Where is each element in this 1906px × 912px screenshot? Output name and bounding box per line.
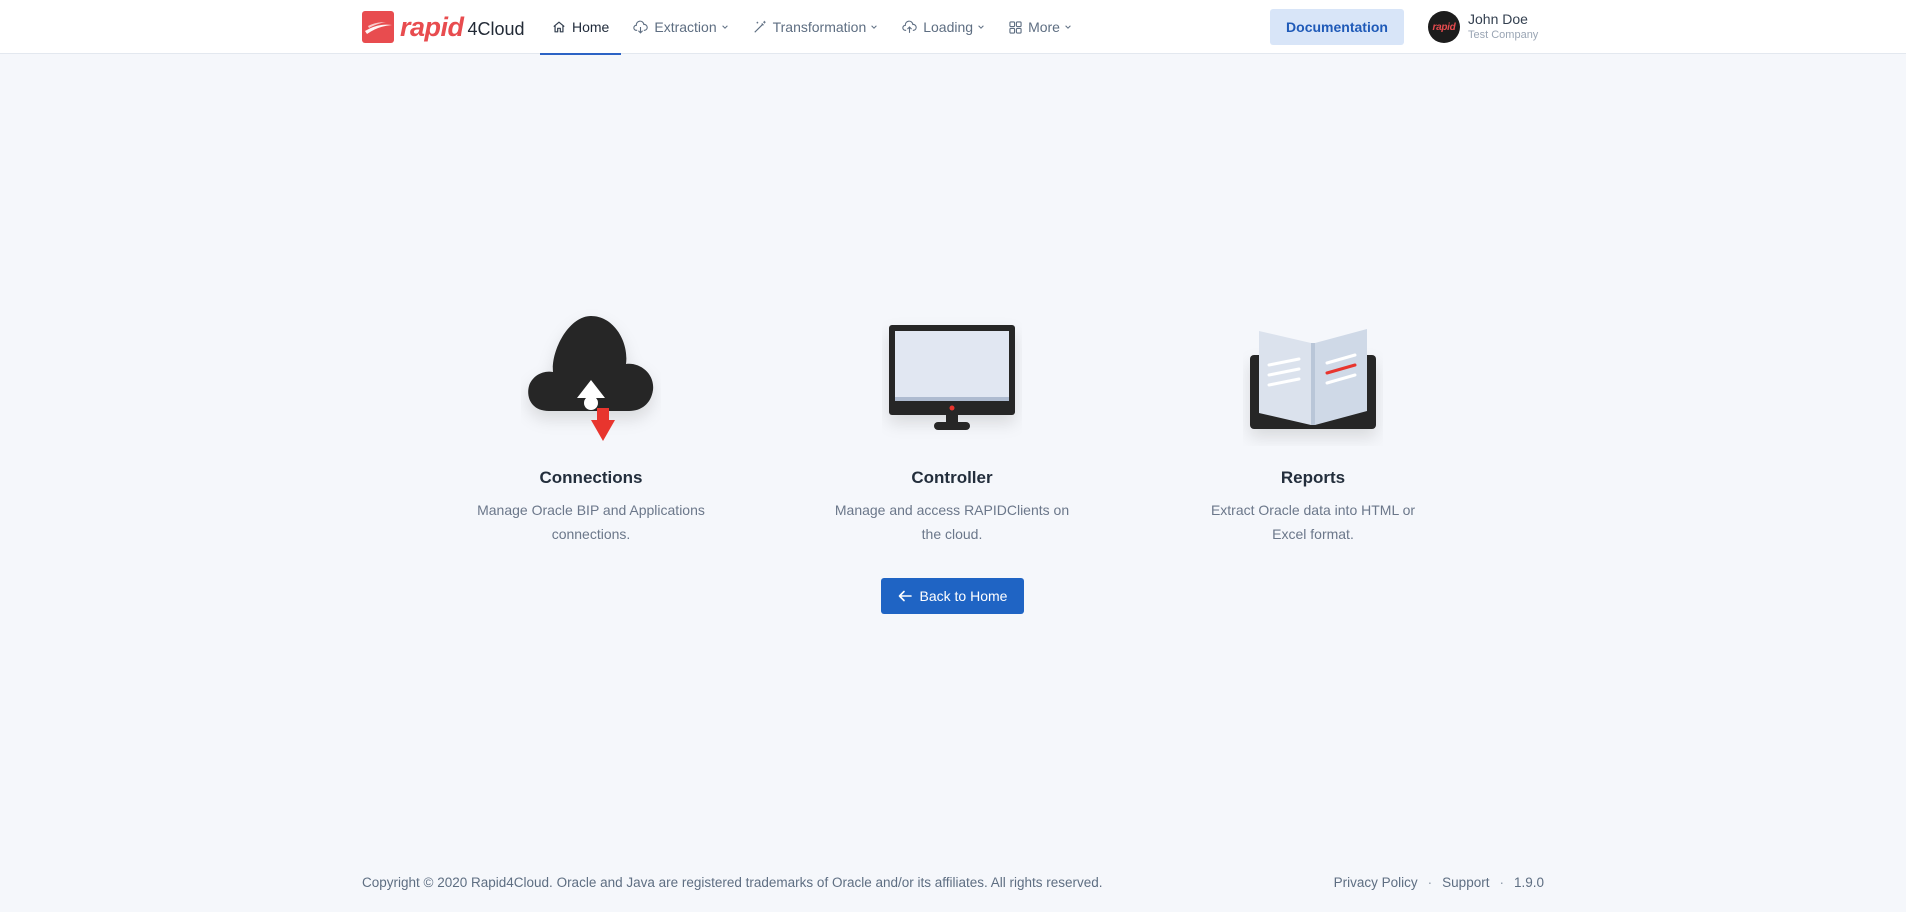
user-info: John Doe Test Company [1468,11,1538,43]
main-nav: Home Extraction Transformation Loading M… [540,0,1084,55]
privacy-policy-link[interactable]: Privacy Policy [1334,875,1418,890]
card-icon-container [822,300,1082,446]
card-description: Extract Oracle data into HTML or Excel f… [1210,502,1416,542]
nav-item-more[interactable]: More [997,0,1084,54]
support-link[interactable]: Support [1442,875,1489,890]
avatar-logo-text: rapid [1432,21,1456,33]
logo-suffix: 4Cloud [467,19,525,39]
documentation-button[interactable]: Documentation [1270,9,1404,45]
app-version: 1.9.0 [1513,875,1544,890]
footer-separator: · [1499,875,1504,890]
footer-separator: · [1427,875,1433,890]
user-company: Test Company [1468,29,1539,41]
nav-item-transformation[interactable]: Transformation [741,0,891,54]
home-icon [553,21,565,33]
cloud-download-icon [633,20,649,34]
chevron-down-icon [721,25,728,29]
open-book-icon [1250,329,1376,429]
card-title: Connections [539,468,643,487]
grid-icon [1009,20,1022,34]
nav-item-label: More [1028,19,1060,35]
brand-logo[interactable]: rapid 4Cloud [362,11,525,43]
card-title: Reports [1280,468,1346,487]
nav-item-loading[interactable]: Loading [890,0,997,54]
card-connections[interactable]: Connections Manage Oracle BIP and Applic… [461,300,721,546]
footer-copyright: Copyright © 2020 Rapid4Cloud. Oracle and… [362,875,1103,890]
nav-item-label: Transformation [772,19,867,35]
user-name: John Doe [1468,11,1528,27]
feature-cards: Connections Manage Oracle BIP and Applic… [0,300,1906,560]
nav-item-label: Loading [923,19,974,35]
card-icon-container [461,300,721,446]
magic-wand-icon [753,20,766,33]
cloud-upload-icon [902,20,917,33]
footer-links: Privacy Policy · Support · 1.9.0 [1334,875,1544,890]
card-icon-container [1183,300,1443,446]
card-description: Manage Oracle BIP and Applications conne… [477,502,705,542]
chevron-down-icon [978,25,984,29]
card-controller[interactable]: Controller Manage and access RAPIDClient… [822,300,1082,546]
nav-item-extraction[interactable]: Extraction [621,0,740,54]
avatar: rapid [1428,11,1460,43]
logo-wordmark: rapid [400,12,464,42]
chevron-down-icon [1065,25,1071,29]
chevron-down-icon [871,25,878,29]
card-description: Manage and access RAPIDClients on the cl… [834,502,1070,542]
nav-item-home[interactable]: Home [540,0,622,55]
nav-item-label: Extraction [654,19,717,35]
user-menu[interactable]: rapid John Doe Test Company [1428,10,1538,44]
back-to-home-button[interactable]: Back to Home [881,578,1024,614]
card-title: Controller [911,468,993,487]
monitor-icon [889,325,1015,430]
top-navbar: rapid 4Cloud Home Extraction Transformat… [0,0,1906,55]
cloud-sync-icon [528,316,654,441]
nav-item-label: Home [572,19,610,35]
arrow-left-icon [898,590,912,602]
card-reports[interactable]: Reports Extract Oracle data into HTML or… [1183,300,1443,546]
logo-mark-icon [362,11,394,43]
back-to-home-label: Back to Home [919,588,1008,604]
